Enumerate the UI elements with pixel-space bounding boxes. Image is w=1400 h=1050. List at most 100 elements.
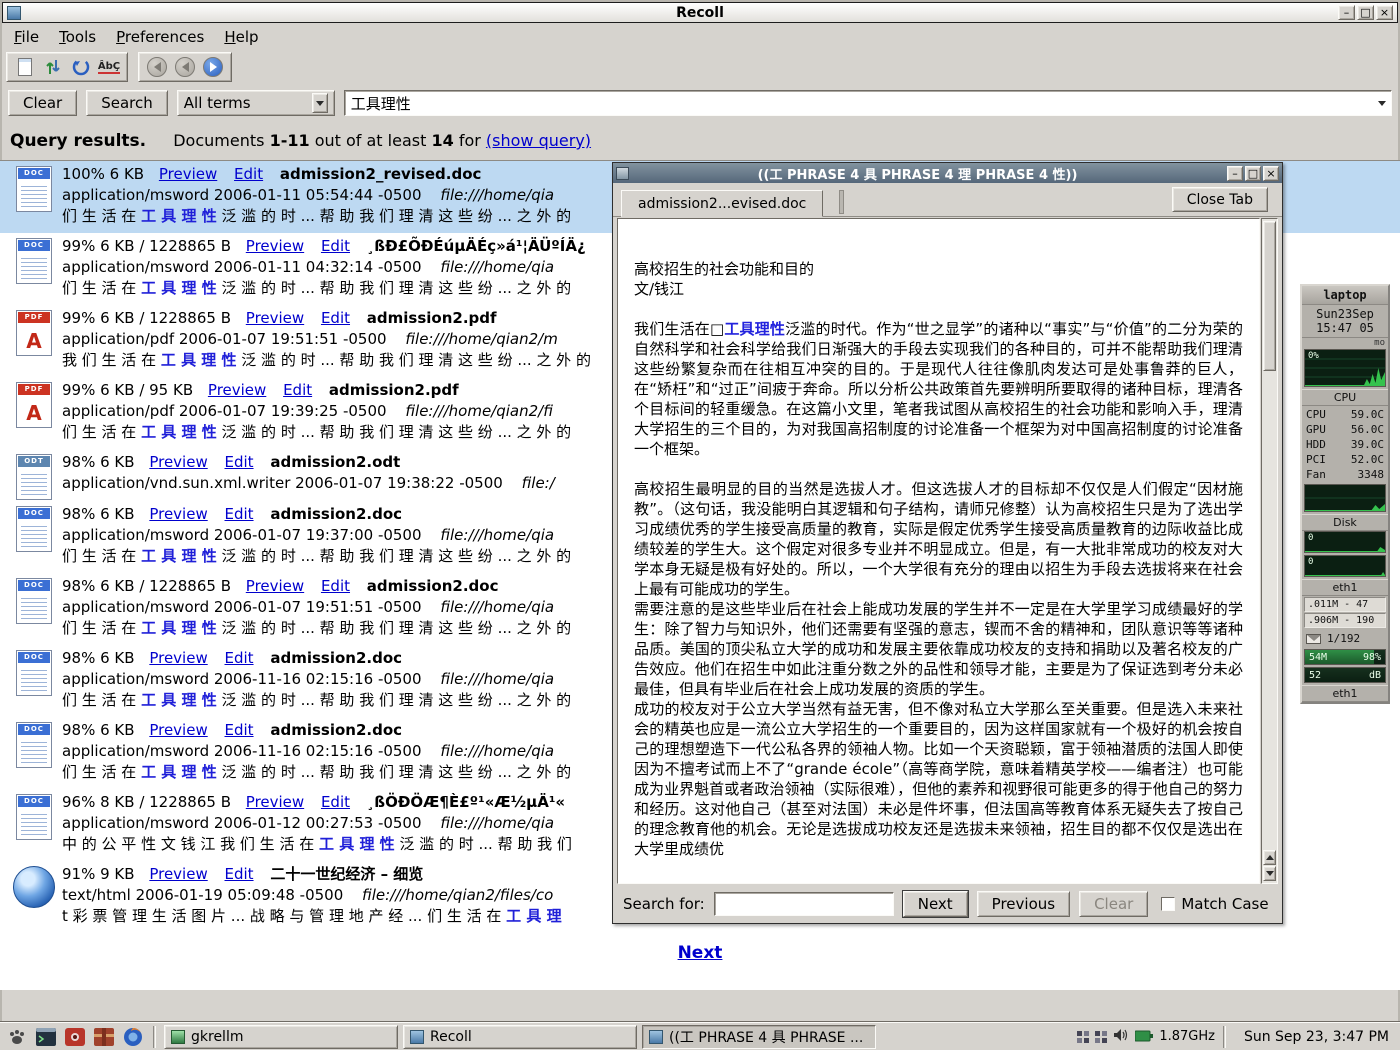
tab-scroll-handle[interactable] [839, 190, 844, 214]
find-input[interactable] [715, 893, 893, 915]
doc-paragraph: 高校招生最明显的目的当然是选拔人才。但这选拔人才的目标却不仅仅是人们假定“因材施… [634, 479, 1243, 599]
result-url: file:///home/qia [440, 742, 554, 760]
system-tray: 1.87GHz [1077, 1027, 1215, 1046]
result-mime-date: application/pdf 2006-01-07 19:39:25 -050… [62, 402, 387, 420]
preview-scrollbar[interactable] [1261, 218, 1278, 884]
edit-link[interactable]: Edit [321, 793, 350, 811]
preview-link[interactable]: Preview [246, 793, 304, 811]
query-history-chevron-icon[interactable] [1373, 92, 1391, 114]
edit-link[interactable]: Edit [225, 505, 254, 523]
doc-paragraph: 我们生活在□工具理性泛滥的时代。作为“世之显学”的诸种以“事实”与“价值”的二分… [634, 319, 1243, 459]
edit-link[interactable]: Edit [321, 237, 350, 255]
clear-button[interactable]: Clear [8, 90, 77, 116]
toolbar-group-tools: ÂbÇ [6, 52, 128, 82]
main-window-titlebar[interactable]: Recoll – □ × [2, 2, 1398, 23]
edit-link[interactable]: Edit [225, 721, 254, 739]
preview-link[interactable]: Preview [149, 865, 207, 883]
scrollbar-thumb[interactable] [1263, 221, 1276, 371]
preview-link[interactable]: Preview [159, 165, 217, 183]
edit-link[interactable]: Edit [225, 453, 254, 471]
out-of-text: out of at least [315, 131, 427, 150]
previous-page-icon[interactable] [175, 57, 195, 77]
preview-link[interactable]: Preview [246, 577, 304, 595]
result-mime-date: application/msword 2006-01-12 00:27:53 -… [62, 814, 422, 832]
preview-link[interactable]: Preview [149, 505, 207, 523]
edit-link[interactable]: Edit [225, 649, 254, 667]
spell-expand-icon[interactable]: ÂbÇ [99, 57, 119, 77]
menu-file[interactable]: File [4, 26, 49, 48]
close-button[interactable]: × [1376, 5, 1393, 20]
sort-icon[interactable] [43, 57, 63, 77]
next-page-icon[interactable] [203, 57, 223, 77]
pci-temp: 52.0C [1351, 452, 1384, 467]
preview-window: ((工 PHRASE 4 具 PHRASE 4 理 PHRASE 4 性)) –… [612, 162, 1283, 924]
file-type-icon: DOC [6, 503, 62, 573]
preview-document[interactable]: 高校招生的社会功能和目的 文/钱江 我们生活在□工具理性泛滥的时代。作为“世之显… [617, 218, 1260, 884]
result-url: file:///home/qian2/fi [405, 402, 553, 420]
document-history-icon[interactable] [15, 57, 35, 77]
file-icon-body [21, 183, 47, 207]
edit-link[interactable]: Edit [321, 309, 350, 327]
preview-link[interactable]: Preview [208, 381, 266, 399]
menu-tools[interactable]: Tools [49, 26, 106, 48]
firefox-launcher-icon[interactable] [121, 1025, 145, 1049]
result-url: file:///home/qia [440, 814, 554, 832]
edit-link[interactable]: Edit [321, 577, 350, 595]
package-tool-icon[interactable] [92, 1025, 116, 1049]
preview-link[interactable]: Preview [246, 237, 304, 255]
preview-link[interactable]: Preview [149, 721, 207, 739]
edit-link[interactable]: Edit [283, 381, 312, 399]
xfce-menu-icon[interactable] [5, 1025, 29, 1049]
preview-tab[interactable]: admission2...evised.doc [621, 190, 823, 217]
find-next-button[interactable]: Next [903, 891, 968, 917]
update-index-icon[interactable] [71, 57, 91, 77]
minimize-button[interactable]: – [1338, 5, 1355, 20]
back-page-icon[interactable] [147, 57, 167, 77]
net-rx-readout: .011M - 47 [1304, 597, 1386, 612]
result-url: file:///home/qian2/files/co [362, 886, 553, 904]
search-mode-select[interactable]: All terms [177, 90, 335, 116]
preview-close-button[interactable]: × [1263, 166, 1279, 181]
result-filename: admission2.odt [270, 453, 400, 471]
edit-link[interactable]: Edit [234, 165, 263, 183]
preview-link[interactable]: Preview [149, 649, 207, 667]
cpu-percent: 0% [1308, 351, 1319, 361]
preview-task-icon [649, 1030, 663, 1044]
preview-link[interactable]: Preview [246, 309, 304, 327]
search-button[interactable]: Search [86, 90, 168, 116]
taskbar-task-recoll[interactable]: Recoll [403, 1025, 637, 1049]
next-results-link[interactable]: Next [678, 943, 723, 963]
preview-maximize-button[interactable]: □ [1245, 166, 1261, 181]
taskbar-task-preview[interactable]: ((工 PHRASE 4 具 PHRASE ... [642, 1025, 876, 1049]
chevron-down-icon[interactable] [312, 93, 328, 113]
maximize-button[interactable]: □ [1357, 5, 1374, 20]
scroll-down-icon[interactable] [1263, 866, 1276, 881]
screenshot-tool-icon[interactable] [63, 1025, 87, 1049]
edit-link[interactable]: Edit [225, 865, 254, 883]
terminal-launcher-icon[interactable] [34, 1025, 58, 1049]
search-bar: Clear Search All terms [8, 89, 1392, 117]
preview-titlebar[interactable]: ((工 PHRASE 4 具 PHRASE 4 理 PHRASE 4 性)) –… [613, 163, 1282, 183]
taskbar-task-gkrellm[interactable]: gkrellm [164, 1025, 398, 1049]
result-filename: ¸ßÖÐÖÆ¶È£º¹«Æ½µÄ¹« [367, 793, 565, 811]
find-clear-button[interactable]: Clear [1079, 891, 1148, 917]
speaker-icon[interactable] [1113, 1027, 1129, 1046]
show-query-link[interactable]: (show query) [486, 131, 591, 150]
scroll-up-icon[interactable] [1263, 850, 1276, 865]
find-previous-button[interactable]: Previous [977, 891, 1070, 917]
memory-percent: 98% [1363, 652, 1381, 663]
menu-help[interactable]: Help [214, 26, 268, 48]
file-icon-body [21, 327, 47, 351]
preview-link[interactable]: Preview [149, 453, 207, 471]
keyboard-layout-icon[interactable] [1095, 1031, 1107, 1043]
menu-preferences[interactable]: Preferences [106, 26, 214, 48]
doc-byline: 文/钱江 [634, 279, 1243, 299]
volume-unit: dB [1369, 670, 1381, 681]
preview-minimize-button[interactable]: – [1227, 166, 1243, 181]
pager-icon[interactable] [1077, 1031, 1089, 1043]
search-input[interactable] [345, 91, 1373, 115]
close-tab-button[interactable]: Close Tab [1172, 187, 1268, 212]
match-case-checkbox[interactable] [1161, 897, 1175, 911]
menubar: File Tools Preferences Help [4, 25, 269, 49]
battery-icon[interactable] [1135, 1027, 1153, 1046]
